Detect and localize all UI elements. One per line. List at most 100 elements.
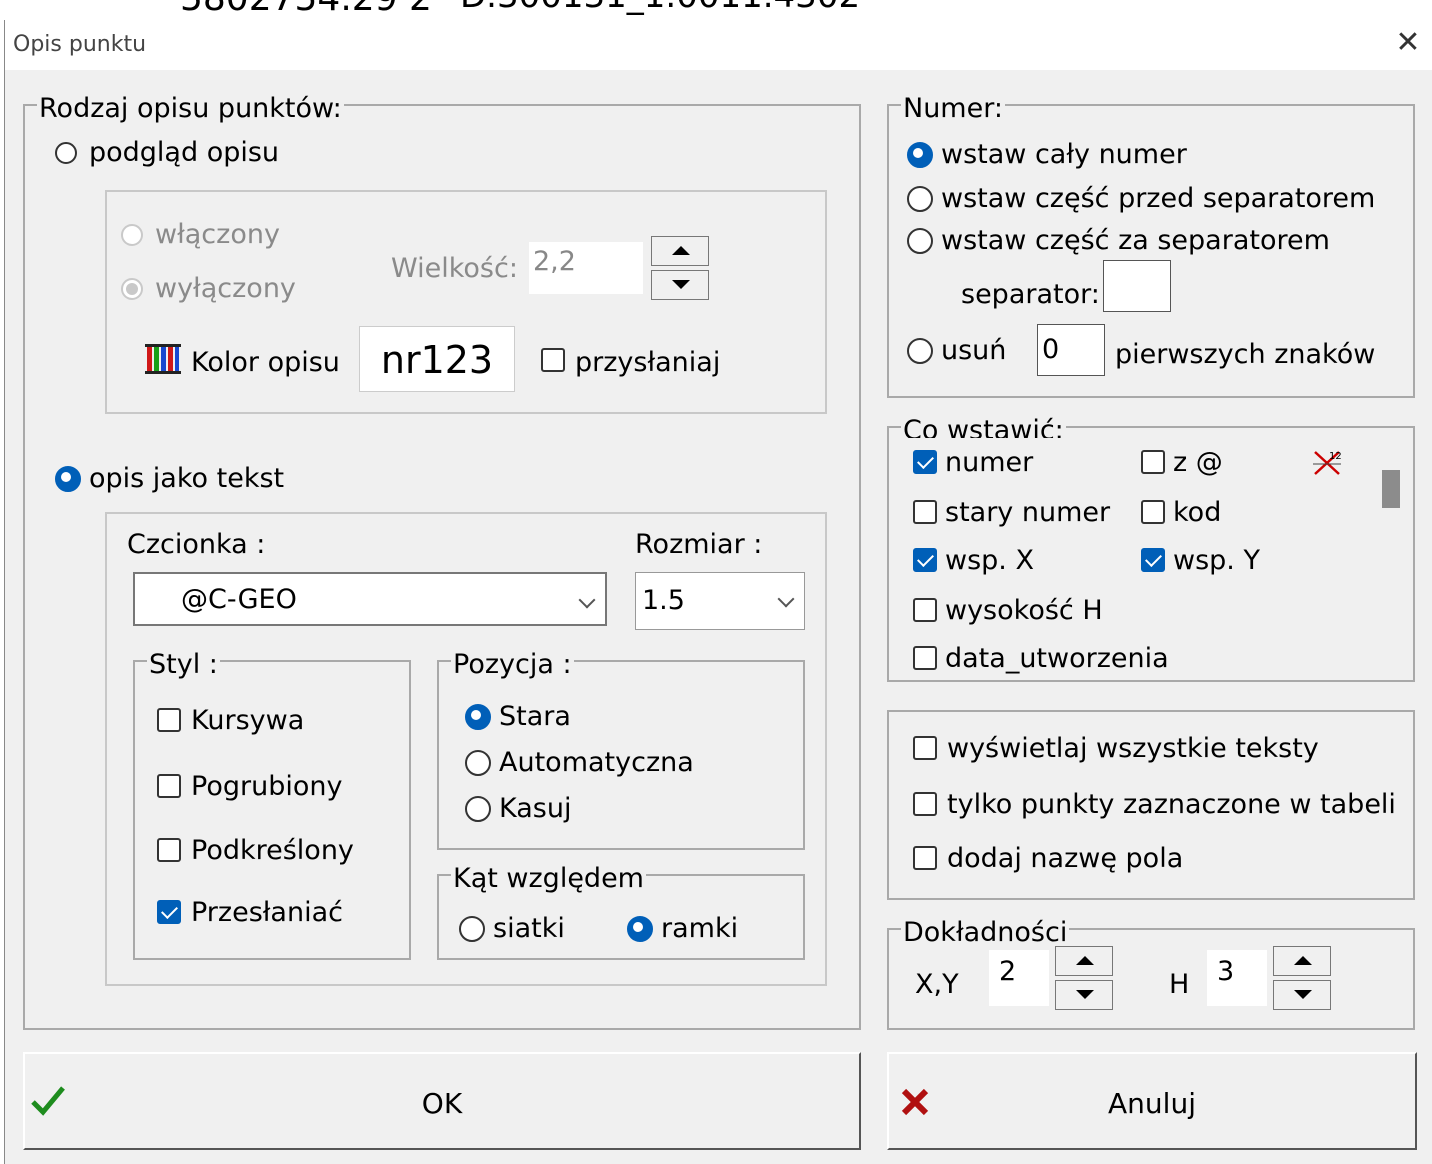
automatyczna-radio[interactable] (465, 750, 491, 776)
separator-input[interactable] (1103, 260, 1171, 312)
automatyczna-label[interactable]: Automatyczna (499, 746, 694, 780)
arrow-up-icon (672, 246, 690, 255)
z-at-checkbox[interactable] (1141, 450, 1165, 474)
pogrubiony-checkbox[interactable] (157, 774, 181, 798)
opis-punktu-dialog: Opis punktu ✕ Rodzaj opisu punktów: podg… (4, 20, 1432, 1164)
opis-jako-tekst-radio[interactable] (55, 466, 81, 492)
przed-separatorem-label[interactable]: wstaw część przed separatorem (941, 182, 1375, 216)
podglad-opisu-label[interactable]: podgląd opisu (89, 136, 279, 170)
kolor-sample-box[interactable]: nr123 (359, 326, 515, 392)
przyslaniaj-checkbox[interactable] (541, 348, 565, 372)
pogrubiony-label[interactable]: Pogrubiony (191, 770, 342, 804)
kat-legend: Kąt względem (451, 863, 646, 894)
close-icon[interactable]: ✕ (1393, 26, 1423, 60)
ramki-radio[interactable] (627, 916, 653, 942)
wielkosc-input[interactable]: 2,2 (529, 242, 643, 294)
kasuj-radio[interactable] (465, 796, 491, 822)
wielkosc-label: Wielkość: (391, 253, 518, 284)
xy-precision-input[interactable]: 2 (989, 950, 1049, 1006)
ramki-label[interactable]: ramki (661, 912, 738, 946)
h-spinner[interactable] (1273, 946, 1333, 1012)
wsp-x-checkbox[interactable] (913, 548, 937, 572)
co-wstawic-legend: Co wstawić: (901, 416, 1066, 438)
kod-label[interactable]: kod (1173, 496, 1221, 530)
wszystkie-teksty-checkbox[interactable] (913, 736, 937, 760)
wielkosc-spinner[interactable] (651, 236, 711, 302)
kursywa-checkbox[interactable] (157, 708, 181, 732)
wielkosc-down-button[interactable] (651, 270, 709, 300)
arrow-down-icon (1076, 990, 1094, 999)
xy-spinner[interactable] (1055, 946, 1115, 1012)
clear-fields-icon-text: 12 (1329, 451, 1342, 462)
wylaczony-label[interactable]: wyłączony (155, 272, 296, 306)
opis-jako-tekst-label[interactable]: opis jako tekst (89, 462, 284, 496)
numer-label[interactable]: numer (945, 446, 1033, 480)
data-utworzenia-checkbox[interactable] (913, 646, 937, 670)
siatki-radio[interactable] (459, 916, 485, 942)
stary-numer-label[interactable]: stary numer (945, 496, 1110, 530)
h-up-button[interactable] (1273, 946, 1331, 976)
kasuj-label[interactable]: Kasuj (499, 792, 571, 826)
stara-radio[interactable] (465, 704, 491, 730)
wysokosc-checkbox[interactable] (913, 598, 937, 622)
za-separatorem-label[interactable]: wstaw część za separatorem (941, 224, 1330, 258)
kolor-opisu-label: Kolor opisu (191, 347, 340, 378)
czcionka-label: Czcionka : (127, 529, 266, 560)
clear-fields-icon[interactable]: 12 (1311, 448, 1345, 478)
h-down-button[interactable] (1273, 980, 1331, 1010)
usun-count-input[interactable]: 0 (1037, 324, 1105, 376)
h-precision-input[interactable]: 3 (1207, 950, 1267, 1006)
xy-up-button[interactable] (1055, 946, 1113, 976)
ok-button[interactable]: OK (23, 1052, 861, 1150)
za-separatorem-radio[interactable] (907, 228, 933, 254)
wsp-x-label[interactable]: wsp. X (945, 544, 1034, 578)
map-label-text: D.300131_1.0011.4302 (460, 0, 860, 16)
z-at-label[interactable]: z @ (1173, 446, 1223, 480)
pozycja-legend: Pozycja : (451, 649, 574, 680)
wysokosc-label[interactable]: wysokość H (945, 594, 1103, 628)
chevron-down-icon (578, 591, 596, 609)
co-wstawic-scrollbar[interactable] (1379, 438, 1403, 678)
wylaczony-radio[interactable] (121, 278, 143, 300)
usun-label[interactable]: usuń (941, 334, 1006, 368)
wsp-y-checkbox[interactable] (1141, 548, 1165, 572)
stara-label[interactable]: Stara (499, 700, 571, 734)
data-utworzenia-label[interactable]: data_utworzenia (945, 642, 1169, 676)
wlaczony-label[interactable]: włączony (155, 218, 280, 252)
wielkosc-up-button[interactable] (651, 236, 709, 266)
czcionka-select[interactable]: @C-GEO (133, 572, 607, 626)
przeslaniac-checkbox[interactable] (157, 900, 181, 924)
usun-radio[interactable] (907, 338, 933, 364)
arrow-down-icon (1294, 990, 1312, 999)
pierwszych-znakow-label: pierwszych znaków (1115, 339, 1376, 370)
zaznaczone-checkbox[interactable] (913, 792, 937, 816)
color-palette-icon[interactable] (145, 342, 181, 376)
wszystkie-teksty-label[interactable]: wyświetlaj wszystkie teksty (947, 732, 1319, 766)
siatki-label[interactable]: siatki (493, 912, 565, 946)
przed-separatorem-radio[interactable] (907, 186, 933, 212)
podkreslony-label[interactable]: Podkreślony (191, 834, 354, 868)
przyslaniaj-label[interactable]: przysłaniaj (575, 346, 720, 380)
numer-checkbox[interactable] (913, 450, 937, 474)
rozmiar-select[interactable]: 1.5 (635, 572, 805, 630)
przeslaniac-label[interactable]: Przesłaniać (191, 896, 343, 930)
dialog-title: Opis punktu (13, 32, 147, 57)
nazwa-pola-label[interactable]: dodaj nazwę pola (947, 842, 1183, 876)
cancel-button[interactable]: Anuluj (887, 1052, 1417, 1150)
scrollbar-thumb[interactable] (1382, 470, 1400, 508)
podglad-opisu-radio[interactable] (55, 142, 77, 164)
caly-numer-radio[interactable] (907, 142, 933, 168)
stary-numer-checkbox[interactable] (913, 500, 937, 524)
arrow-up-icon (1076, 956, 1094, 965)
zaznaczone-label[interactable]: tylko punkty zaznaczone w tabeli (947, 788, 1396, 822)
kursywa-label[interactable]: Kursywa (191, 704, 304, 738)
podkreslony-checkbox[interactable] (157, 838, 181, 862)
title-bar: Opis punktu ✕ (5, 20, 1432, 70)
nazwa-pola-checkbox[interactable] (913, 846, 937, 870)
xy-down-button[interactable] (1055, 980, 1113, 1010)
kod-checkbox[interactable] (1141, 500, 1165, 524)
caly-numer-label[interactable]: wstaw cały numer (941, 138, 1187, 172)
map-coordinate-text: 5802754.29 2 (180, 0, 432, 19)
wlaczony-radio[interactable] (121, 224, 143, 246)
wsp-y-label[interactable]: wsp. Y (1173, 544, 1260, 578)
